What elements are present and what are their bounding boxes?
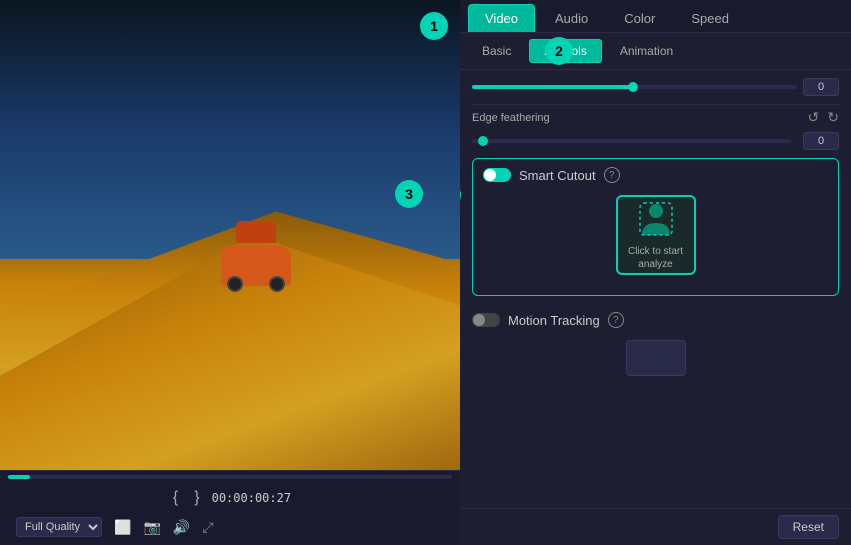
badge-2: 2 xyxy=(545,37,573,65)
video-panel: 1 3 { } 00:00:00:27 Full Quality xyxy=(0,0,460,545)
bottom-icons: ⬜ 📷 🔊 ⤢ xyxy=(114,519,214,536)
motion-tracking-section: Motion Tracking ? xyxy=(472,304,839,336)
top-slider-row: 0 xyxy=(472,78,839,96)
redo-icon-btn[interactable]: ↻ xyxy=(827,109,839,126)
top-slider-track[interactable] xyxy=(472,85,797,89)
motion-tracking-knob xyxy=(473,314,485,326)
badge-3: 3 xyxy=(395,180,423,208)
tab-color[interactable]: Color xyxy=(608,5,671,32)
divider-1 xyxy=(472,104,839,105)
smart-cutout-header: Smart Cutout ? xyxy=(483,167,828,183)
smart-cutout-toggle-knob xyxy=(484,169,496,181)
edge-feathering-label: Edge feathering xyxy=(472,112,572,124)
analyze-btn-container: 4 Click to start analyze xyxy=(483,195,828,275)
bracket-left-btn[interactable]: { xyxy=(169,487,182,509)
vehicle-wheel-right xyxy=(269,276,285,292)
top-slider-value: 0 xyxy=(803,78,839,96)
vehicle-body xyxy=(221,246,291,286)
quality-select[interactable]: Full Quality xyxy=(16,517,102,537)
tab-speed[interactable]: Speed xyxy=(675,5,745,32)
motion-tracking-toggle[interactable] xyxy=(472,313,500,327)
video-controls: { } 00:00:00:27 Full Quality ⬜ 📷 🔊 ⤢ xyxy=(0,470,460,545)
edge-feathering-thumb xyxy=(478,136,488,146)
volume-icon[interactable]: 🔊 xyxy=(173,519,190,536)
tab-bar-sub: Basic 2 AI Tools Animation xyxy=(460,33,851,70)
timeline-bar[interactable] xyxy=(8,475,452,479)
timeline-progress xyxy=(8,475,30,479)
fullscreen-icon[interactable]: ⤢ xyxy=(202,519,213,536)
vehicle xyxy=(221,236,301,291)
motion-tracking-help-icon[interactable]: ? xyxy=(608,312,624,328)
smart-cutout-help-icon[interactable]: ? xyxy=(604,167,620,183)
bottom-bar: Full Quality ⬜ 📷 🔊 ⤢ xyxy=(8,513,452,541)
vehicle-wheel-left xyxy=(227,276,243,292)
partial-bottom xyxy=(472,340,839,376)
time-display: 00:00:00:27 xyxy=(212,491,291,505)
analyze-label: Click to start analyze xyxy=(618,245,694,271)
properties-panel: Video Audio Color Speed Basic 2 AI Tools… xyxy=(460,0,851,545)
panel-content: 0 Edge feathering ↺ ↻ 0 xyxy=(460,70,851,508)
controls-row: { } 00:00:00:27 xyxy=(8,483,452,513)
smart-cutout-toggle[interactable] xyxy=(483,168,511,182)
screen-icon[interactable]: ⬜ xyxy=(114,519,131,536)
sky-background xyxy=(0,0,460,259)
edge-feathering-value: 0 xyxy=(803,132,839,150)
top-slider-fill xyxy=(472,85,635,89)
vehicle-top xyxy=(236,221,276,243)
reset-button[interactable]: Reset xyxy=(778,515,839,539)
video-preview: 1 3 xyxy=(0,0,460,470)
edge-feathering-slider[interactable] xyxy=(472,139,791,143)
reset-btn-container: Reset xyxy=(460,508,851,545)
badge-1: 1 xyxy=(420,12,448,40)
tab-video[interactable]: Video xyxy=(468,4,535,32)
top-slider-thumb xyxy=(628,82,638,92)
tab-animation[interactable]: Animation xyxy=(606,39,687,63)
tab-audio[interactable]: Audio xyxy=(539,5,604,32)
tab-basic[interactable]: Basic xyxy=(468,39,525,63)
person-icon xyxy=(636,199,676,239)
smart-cutout-title: Smart Cutout xyxy=(519,168,596,183)
camera-icon[interactable]: 📷 xyxy=(143,519,160,536)
undo-icon-btn[interactable]: ↺ xyxy=(808,109,820,126)
partial-btn xyxy=(626,340,686,376)
edge-feathering-row: Edge feathering ↺ ↻ xyxy=(472,109,839,126)
tab-bar-top: Video Audio Color Speed xyxy=(460,0,851,33)
badge-4: 4 xyxy=(460,181,461,209)
smart-cutout-section: Smart Cutout ? 4 Click to start analyze xyxy=(472,158,839,296)
main-container: 1 3 { } 00:00:00:27 Full Quality xyxy=(0,0,851,545)
analyze-button[interactable]: Click to start analyze xyxy=(616,195,696,275)
edge-feathering-slider-row: 0 xyxy=(472,132,839,150)
bracket-right-btn[interactable]: } xyxy=(190,487,203,509)
motion-tracking-title: Motion Tracking xyxy=(508,313,600,328)
